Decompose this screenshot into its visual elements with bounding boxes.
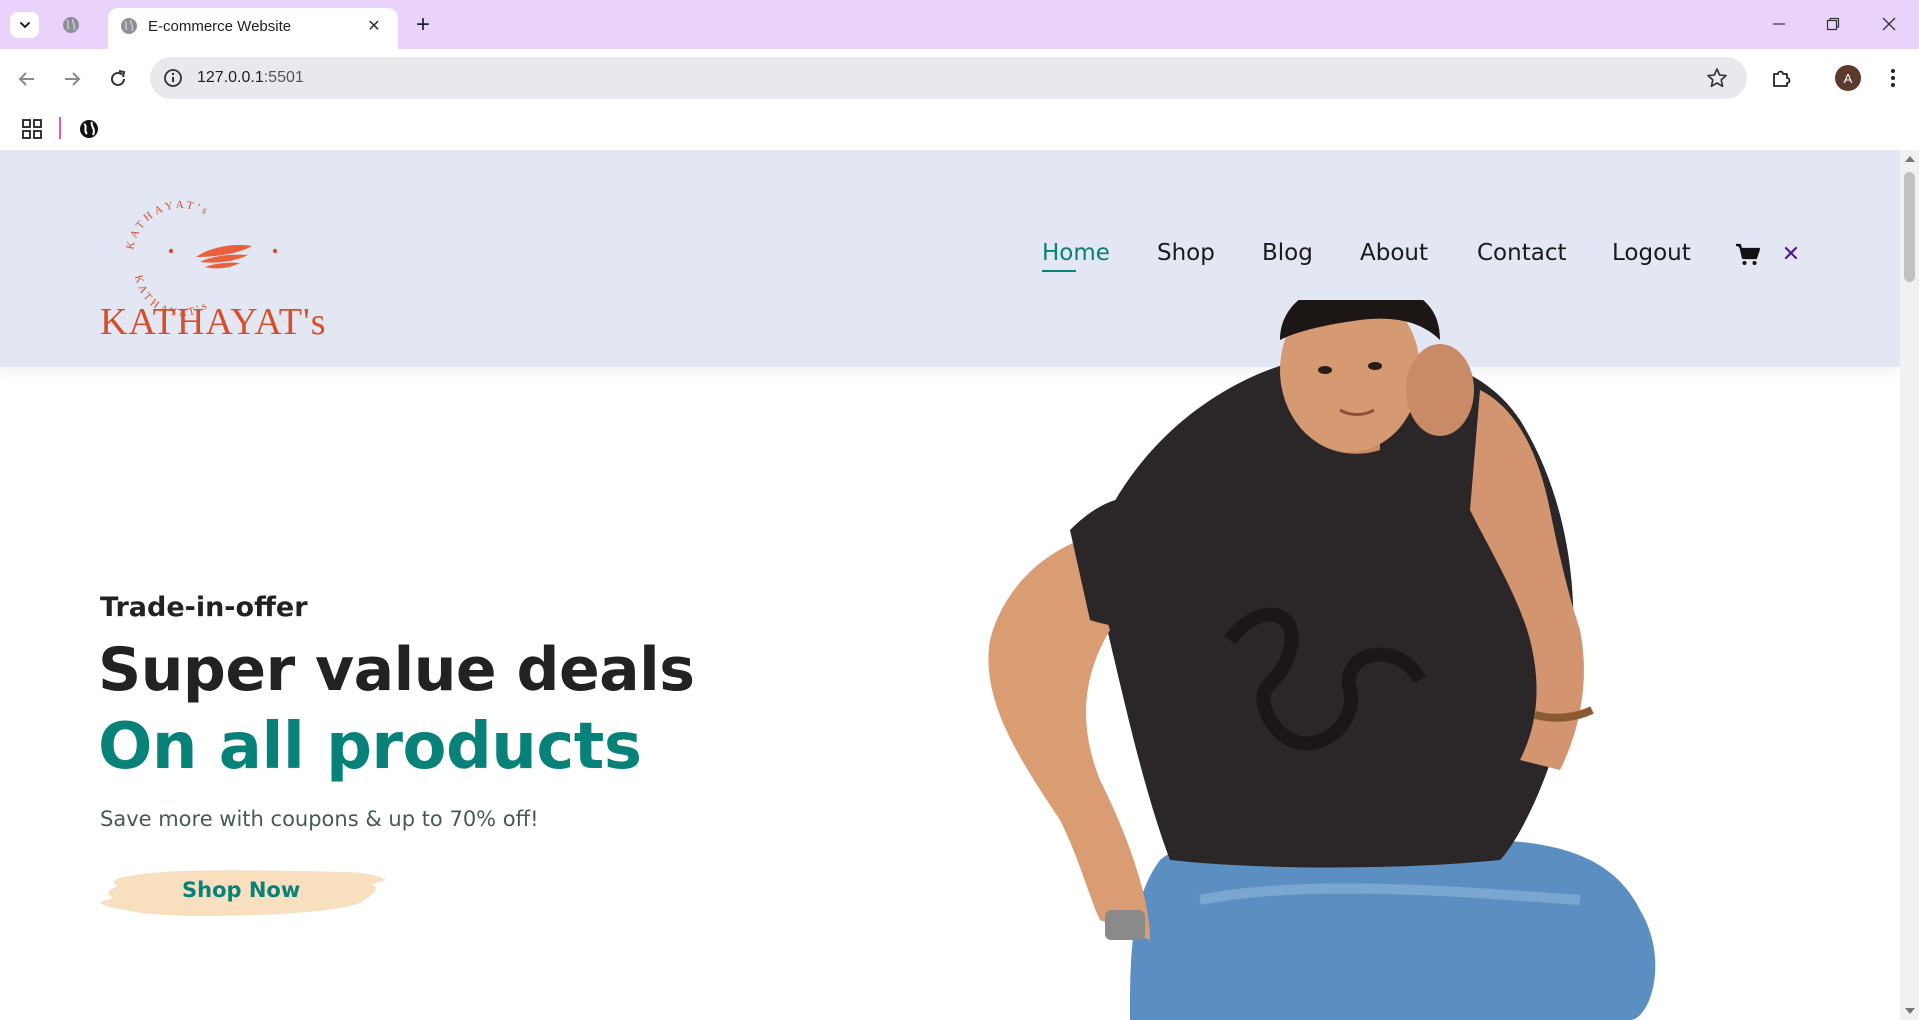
bookmarks-bar (0, 108, 1919, 150)
hero-title-accent: On all products (98, 710, 642, 784)
extensions-icon[interactable] (1766, 63, 1796, 93)
shop-now-button[interactable]: Shop Now (100, 862, 390, 924)
nav-home[interactable]: Home (1042, 240, 1110, 272)
back-arrow-icon[interactable] (12, 64, 42, 94)
apps-grid-icon[interactable] (20, 117, 44, 141)
address-bar[interactable]: 127.0.0.1:5501 (150, 57, 1747, 99)
reload-icon[interactable] (103, 64, 133, 94)
close-icon[interactable]: ✕ (1779, 241, 1803, 266)
close-tab-icon[interactable]: ✕ (362, 14, 386, 38)
pinned-tab[interactable] (60, 14, 82, 36)
svg-text:KATHAYAT's: KATHAYAT's (124, 199, 212, 251)
scroll-up-icon[interactable] (1905, 156, 1915, 162)
globe-icon (121, 18, 137, 34)
close-window-icon[interactable] (1874, 10, 1904, 38)
restore-icon[interactable] (1818, 10, 1848, 38)
more-menu-icon[interactable] (1880, 63, 1906, 93)
scrollbar-thumb[interactable] (1904, 172, 1915, 282)
browser-tab-strip: E-commerce Website ✕ + (0, 0, 1919, 49)
site-info-icon[interactable] (162, 67, 184, 89)
brand-wordmark: KATHAYAT's (100, 301, 327, 343)
tab-title: E-commerce Website (148, 18, 292, 35)
nav-blog[interactable]: Blog (1262, 240, 1313, 266)
hero-model-image (988, 300, 1656, 1020)
page-scrollbar[interactable] (1900, 150, 1919, 1020)
nav-contact[interactable]: Contact (1477, 240, 1566, 266)
forward-arrow-icon[interactable] (57, 64, 87, 94)
bookmark-separator (59, 117, 61, 139)
profile-avatar[interactable]: A (1835, 65, 1861, 91)
page-viewport: KATHAYAT's KATHAYAT's KATHAYAT's Home Sh… (0, 150, 1900, 1020)
url-text: 127.0.0.1:5501 (197, 69, 304, 86)
bookmark-star-icon[interactable] (1705, 66, 1729, 90)
shop-now-label: Shop Now (182, 878, 301, 902)
minimize-icon[interactable] (1764, 10, 1794, 38)
globe-icon[interactable] (77, 117, 101, 141)
nav-shop[interactable]: Shop (1157, 240, 1215, 266)
chevron-down-icon (19, 22, 30, 29)
hero-kicker: Trade-in-offer (100, 592, 308, 623)
scroll-down-icon[interactable] (1905, 1008, 1915, 1014)
nav-about[interactable]: About (1360, 240, 1428, 266)
tab-search-button[interactable] (10, 12, 39, 38)
cart-icon[interactable] (1735, 243, 1761, 267)
browser-toolbar: 127.0.0.1:5501 A (0, 49, 1919, 108)
hero-subtitle: Save more with coupons & up to 70% off! (100, 807, 539, 831)
nav-logout[interactable]: Logout (1612, 240, 1691, 266)
active-tab[interactable]: E-commerce Website ✕ (108, 8, 398, 49)
new-tab-button[interactable]: + (410, 11, 436, 38)
hero-title: Super value deals (98, 635, 695, 705)
globe-icon (63, 17, 79, 33)
